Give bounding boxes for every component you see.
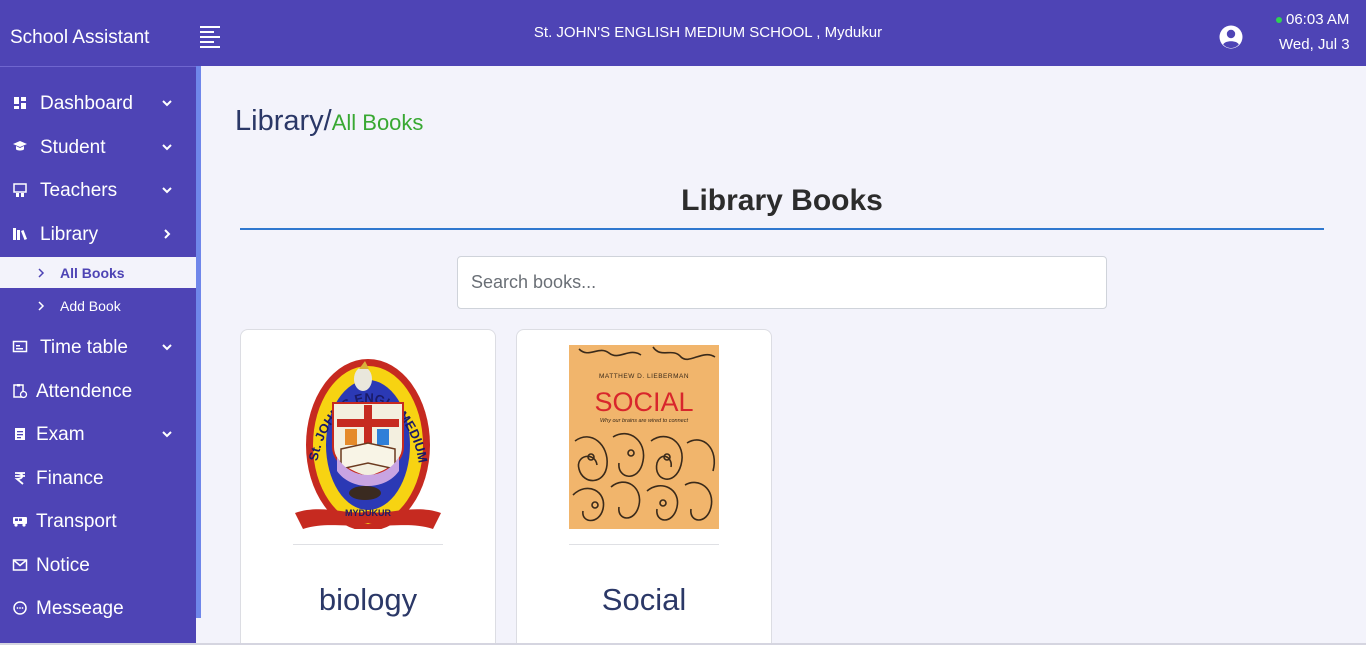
dashboard-icon <box>14 97 26 109</box>
sidebar-item-teachers[interactable]: Teachers <box>0 171 196 211</box>
library-icon <box>13 228 27 240</box>
sidebar-item-finance[interactable]: Finance <box>0 459 196 499</box>
top-bar: School Assistant St. JOHN'S ENGLISH MEDI… <box>0 0 1366 66</box>
sidebar-item-label: Messeage <box>36 598 124 619</box>
clock-time: 06:03 AM <box>1286 11 1350 28</box>
breadcrumb: Library/All Books <box>235 105 423 138</box>
chevron-down-icon <box>162 144 172 151</box>
card-divider <box>293 544 443 545</box>
sidebar-item-label: Attendence <box>36 381 133 402</box>
user-account-icon[interactable] <box>1218 24 1244 50</box>
timetable-icon <box>12 340 28 353</box>
sidebar-item-label: Transport <box>36 511 117 532</box>
chevron-down-icon <box>162 431 172 438</box>
book-cover-title-text: SOCIAL <box>594 387 693 417</box>
rupee-icon <box>14 472 25 485</box>
breadcrumb-current: All Books <box>331 110 424 135</box>
sidebar-item-label: Exam <box>36 424 85 445</box>
sidebar-subitem-label: All Books <box>60 265 125 281</box>
sidebar-item-label: Finance <box>36 468 104 489</box>
clock-date: Wed, Jul 3 <box>1279 36 1350 53</box>
social-book-cover: MATTHEW D. LIEBERMAN SOCIAL Why our brai… <box>569 345 719 529</box>
online-status-dot <box>1276 17 1282 23</box>
chevron-right-icon <box>38 301 45 311</box>
menu-toggle-icon[interactable] <box>198 24 222 48</box>
attendance-icon <box>13 384 28 399</box>
sidebar-subitem-label: Add Book <box>60 298 121 314</box>
sidebar-item-label: Time table <box>40 337 128 358</box>
sidebar-item-label: Dashboard <box>40 93 133 114</box>
chevron-down-icon <box>162 100 172 107</box>
sidebar-item-student[interactable]: Student <box>0 128 196 168</box>
page-title: Library Books <box>681 184 883 217</box>
sidebar: Dashboard Student Teachers Library All B… <box>0 66 196 645</box>
chat-icon <box>13 601 27 615</box>
search-input[interactable] <box>457 256 1107 309</box>
app-brand[interactable]: School Assistant <box>10 27 149 49</box>
sidebar-item-label: Teachers <box>40 180 118 201</box>
school-logo-cover: St. JOHN'S ENGLIMEDIUM SCHOOL MYDUKUR <box>293 345 441 529</box>
book-author-text: MATTHEW D. LIEBERMAN <box>599 373 689 380</box>
sidebar-item-notice[interactable]: Notice <box>0 546 196 586</box>
logo-place-text: MYDUKUR <box>345 508 391 518</box>
sidebar-item-label: Student <box>40 137 106 158</box>
sidebar-item-messeage[interactable]: Messeage <box>0 589 196 629</box>
mail-icon <box>12 559 28 571</box>
chevron-right-icon <box>38 268 45 278</box>
sidebar-subitem-add-book[interactable]: Add Book <box>0 290 196 321</box>
book-title[interactable]: Social <box>517 582 771 618</box>
book-subtitle-text: Why our brains are wired to connect <box>600 418 689 424</box>
sidebar-scrollbar[interactable] <box>196 66 201 618</box>
chevron-right-icon <box>164 229 171 239</box>
teachers-icon <box>13 183 27 197</box>
sidebar-item-timetable[interactable]: Time table <box>0 328 196 368</box>
sidebar-item-transport[interactable]: Transport <box>0 502 196 542</box>
card-divider <box>569 544 719 545</box>
sidebar-item-label: Notice <box>36 555 90 576</box>
sidebar-item-library[interactable]: Library <box>0 215 196 255</box>
bus-icon <box>13 517 27 527</box>
book-card-biology[interactable]: St. JOHN'S ENGLIMEDIUM SCHOOL MYDUKUR bi… <box>240 329 496 645</box>
title-divider <box>240 228 1324 230</box>
chevron-down-icon <box>162 344 172 351</box>
sidebar-item-attendence[interactable]: Attendence <box>0 372 196 412</box>
book-title[interactable]: biology <box>241 582 495 618</box>
chevron-down-icon <box>162 187 172 194</box>
student-icon <box>13 141 27 151</box>
sidebar-item-dashboard[interactable]: Dashboard <box>0 84 196 124</box>
sidebar-subitem-all-books[interactable]: All Books <box>0 257 196 288</box>
school-name: St. JOHN'S ENGLISH MEDIUM SCHOOL , Myduk… <box>533 24 883 41</box>
sidebar-item-exam[interactable]: Exam <box>0 415 196 455</box>
breadcrumb-library[interactable]: Library/ <box>235 105 332 137</box>
book-card-social[interactable]: MATTHEW D. LIEBERMAN SOCIAL Why our brai… <box>516 329 772 645</box>
exam-icon <box>15 428 25 440</box>
sidebar-item-label: Library <box>40 224 99 245</box>
